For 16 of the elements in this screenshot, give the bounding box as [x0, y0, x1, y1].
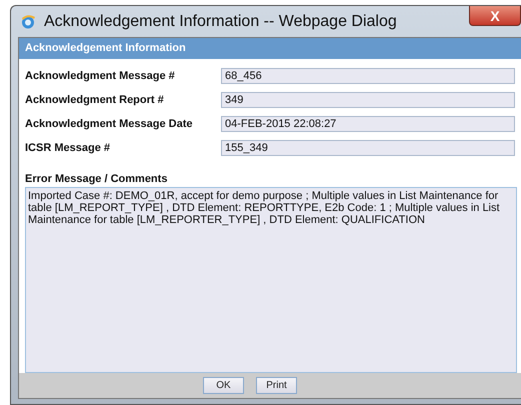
field-label: Acknowledgment Message # [25, 70, 176, 82]
window-title: Acknowledgement Information -- Webpage Dialog [44, 12, 397, 30]
comments-label: Error Message / Comments [24, 172, 168, 187]
input-field[interactable]: 349 [221, 92, 515, 108]
comments-field[interactable]: Imported Case #: DEMO_01R, accept for demo purpose ; Multiple values in List Maintenance for table [LM_REPORT_TYPE] , DTD Element: REPORTTYPE, E2b Code: 1 ; Multiple values in List Maintenance for table [LM_REPORTER_TYPE] , DTD Element: QUALIFICATION [25, 187, 517, 373]
field-label: Acknowledgment Report # [25, 94, 165, 106]
input-field[interactable]: 68_456 [221, 68, 515, 84]
field-label: Acknowledgment Message Date [25, 118, 194, 130]
browser-icon [20, 14, 36, 30]
ok-button[interactable]: OK [203, 377, 244, 394]
input-field[interactable]: 04-FEB-2015 22:08:27 [221, 116, 515, 132]
field-label: ICSR Message # [25, 142, 111, 154]
section-header: Acknowledgement Information [19, 38, 521, 59]
close-button[interactable]: X [469, 6, 521, 26]
print-button[interactable]: Print [256, 377, 297, 394]
input-field[interactable]: 155_349 [221, 140, 515, 156]
